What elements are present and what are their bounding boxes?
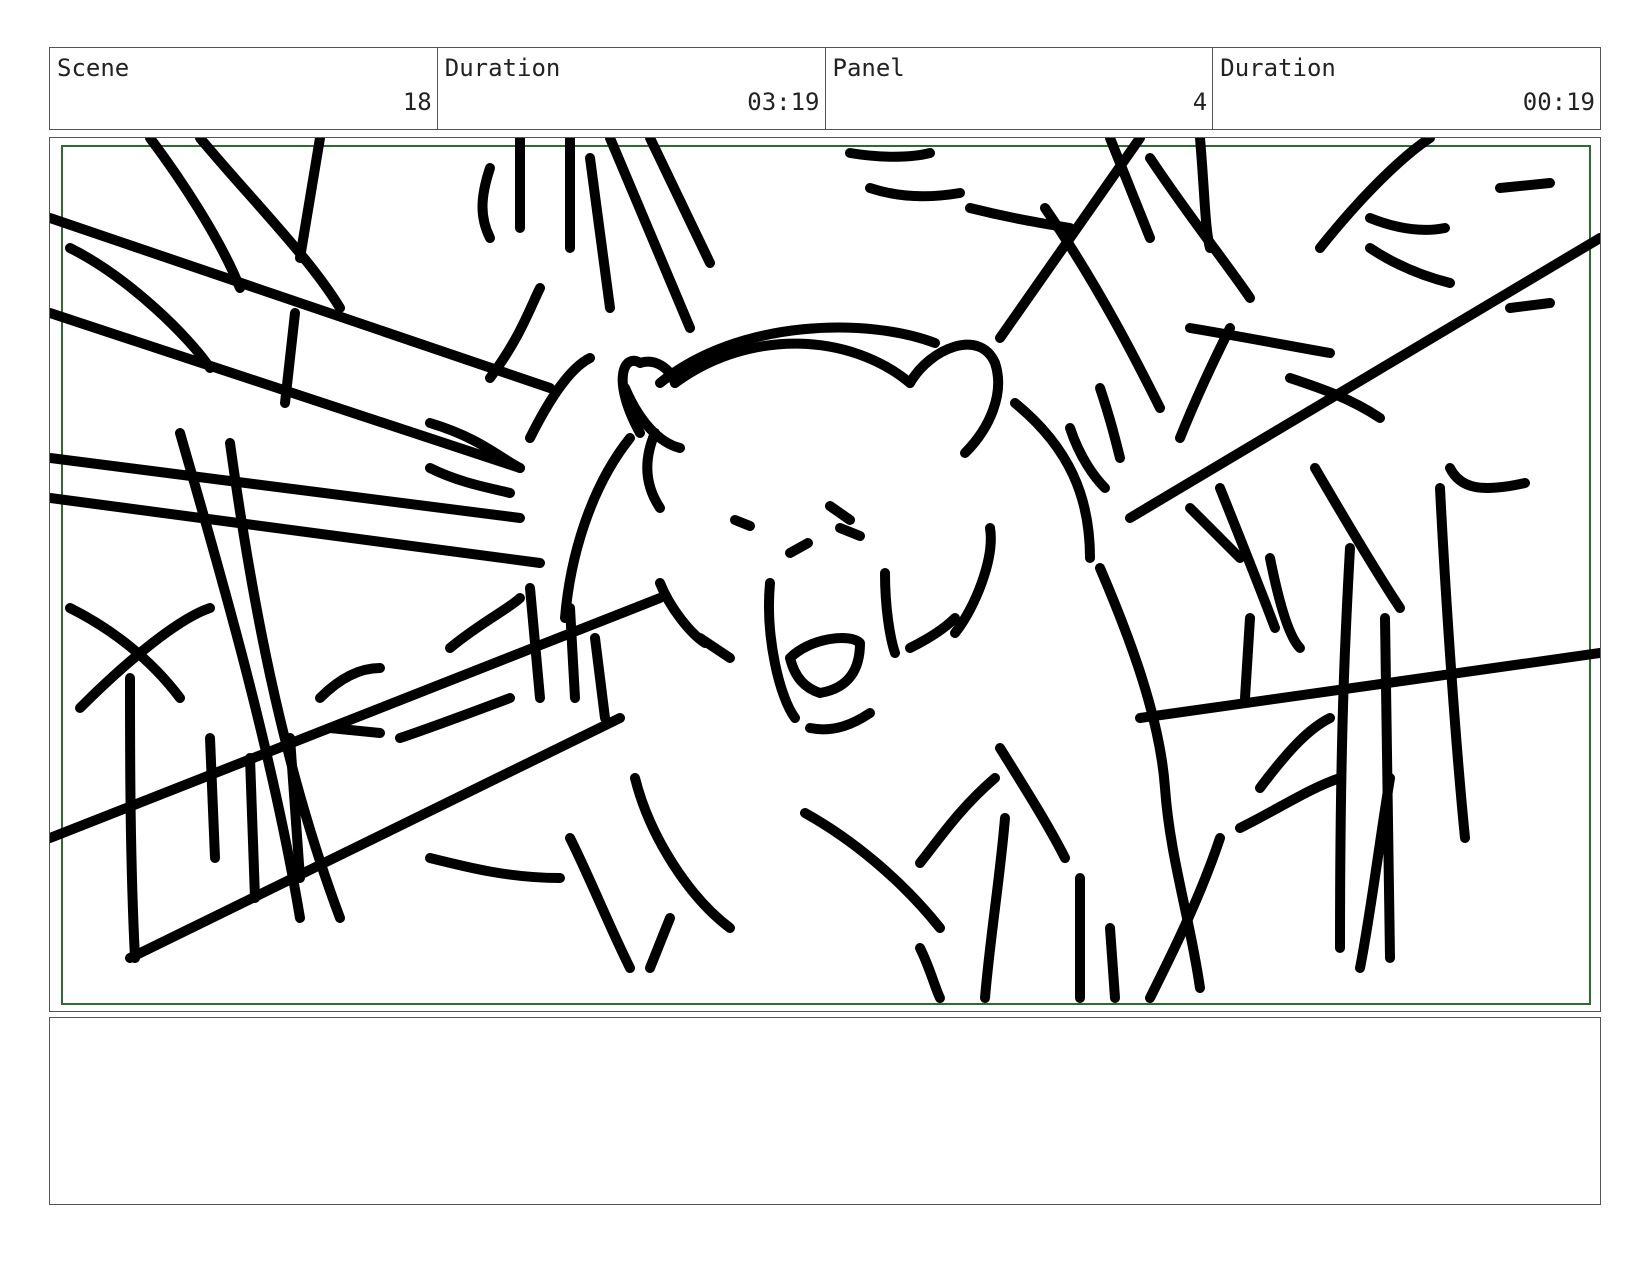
panel-cell: Panel 4 xyxy=(826,48,1214,129)
sketch-strokes xyxy=(50,138,1600,1003)
storyboard-header: Scene 18 Duration 03:19 Panel 4 Duration… xyxy=(49,47,1601,130)
panel-duration-label: Duration xyxy=(1220,54,1336,82)
scene-cell: Scene 18 xyxy=(50,48,438,129)
panel-duration-cell: Duration 00:19 xyxy=(1213,48,1600,129)
scene-number: 18 xyxy=(402,88,432,116)
panel-number: 4 xyxy=(1192,88,1208,116)
panel-label: Panel xyxy=(832,54,905,82)
panel-image-frame xyxy=(49,137,1601,1012)
panel-duration-value: 00:19 xyxy=(1522,88,1595,116)
bear-sketch-drawing xyxy=(50,138,1600,1005)
scene-label: Scene xyxy=(57,54,130,82)
scene-duration-label: Duration xyxy=(444,54,561,82)
scene-duration-cell: Duration 03:19 xyxy=(438,48,826,129)
panel-notes-box xyxy=(49,1017,1601,1205)
scene-duration-value: 03:19 xyxy=(747,88,820,116)
